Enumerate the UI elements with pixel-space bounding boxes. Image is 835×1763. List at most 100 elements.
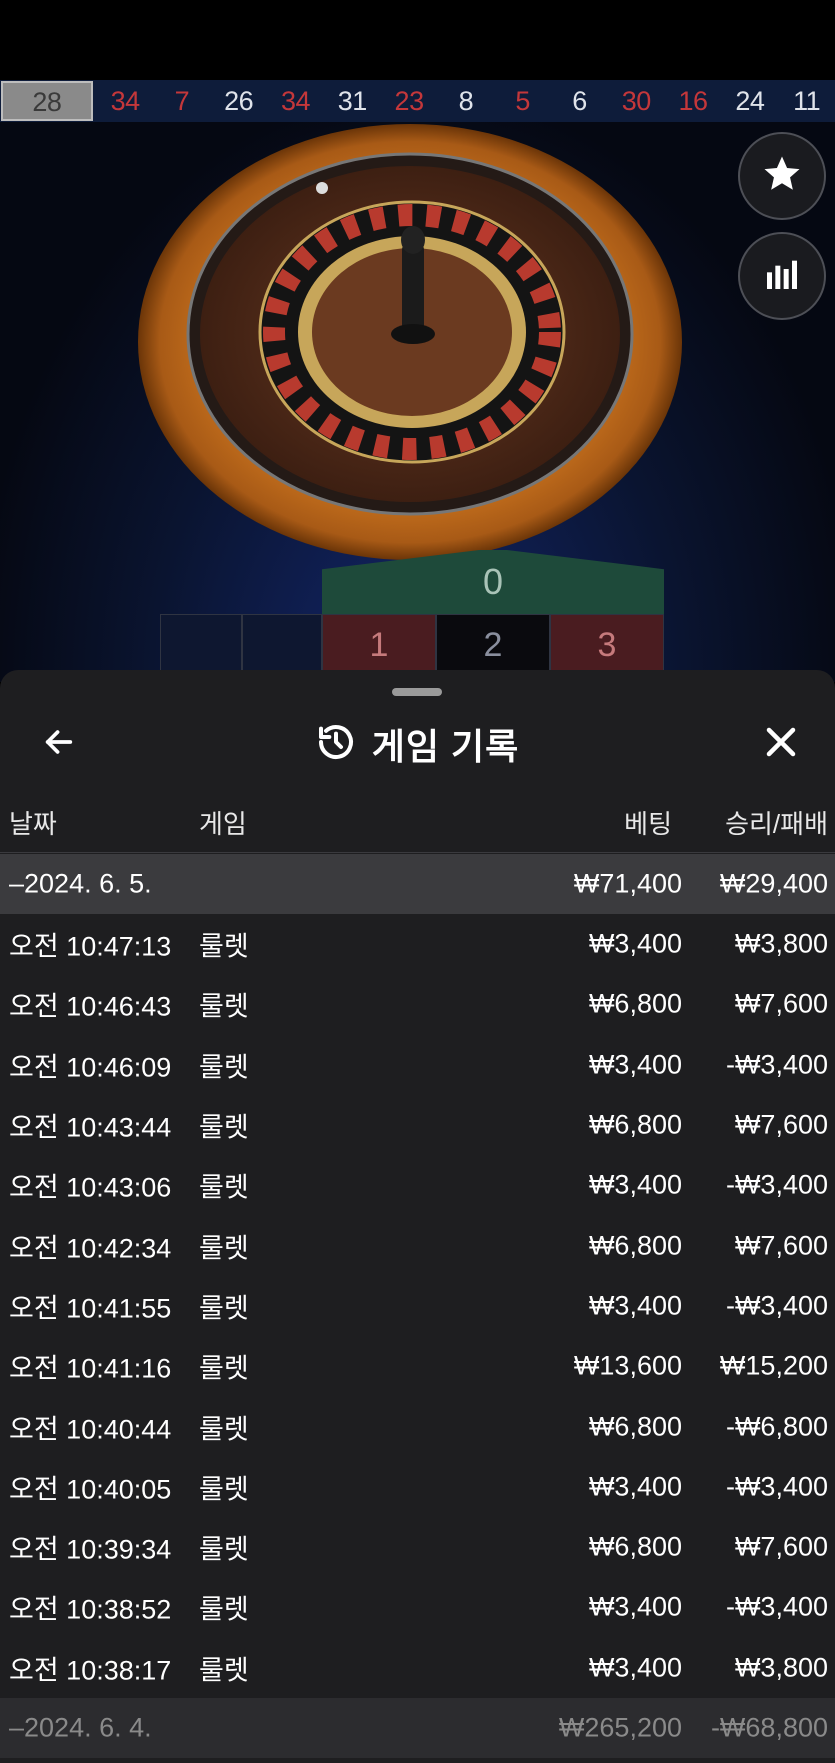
row-bet: ₩6,800 xyxy=(588,988,682,1019)
row-game: 룰렛 xyxy=(199,1655,249,1686)
row-time: 오전 10:41:55 xyxy=(9,1293,172,1324)
row-time: 오전 10:39:34 xyxy=(9,1534,172,1565)
row-time: 오전 10:38:52 xyxy=(9,1594,172,1625)
bet-cell-3[interactable]: 3 xyxy=(550,614,664,676)
row-game: 룰렛 xyxy=(199,931,249,962)
row-bet: ₩13,600 xyxy=(573,1350,682,1381)
back-button[interactable] xyxy=(30,718,88,770)
row-win-loss: -₩6,800 xyxy=(725,1411,828,1442)
row-game: 룰렛 xyxy=(199,1052,249,1083)
history-result: 30 xyxy=(621,85,652,116)
row-win-loss: ₩3,800 xyxy=(734,1652,828,1683)
row-bet: ₩3,400 xyxy=(588,1591,682,1622)
column-header-bet: 베팅 xyxy=(624,809,672,839)
table-row[interactable]: 오전 10:47:13 룰렛 ₩3,400 ₩3,800 xyxy=(0,914,835,974)
table-row[interactable]: 오전 10:41:55 룰렛 ₩3,400 -₩3,400 xyxy=(0,1276,835,1336)
group-bet-total: ₩71,400 xyxy=(573,868,682,899)
column-header-game: 게임 xyxy=(199,809,247,839)
table-row[interactable]: 오전 10:40:05 룰렛 ₩3,400 -₩3,400 xyxy=(0,1457,835,1517)
column-header-win-loss: 승리/패배 xyxy=(725,809,828,839)
row-game: 룰렛 xyxy=(199,1172,249,1203)
row-win-loss: ₩3,800 xyxy=(734,928,828,959)
row-win-loss: -₩3,400 xyxy=(725,1471,828,1502)
row-game: 룰렛 xyxy=(199,1474,249,1505)
row-win-loss: ₩15,200 xyxy=(719,1350,828,1381)
table-row[interactable]: 오전 10:43:06 룰렛 ₩3,400 -₩3,400 xyxy=(0,1155,835,1215)
row-game: 룰렛 xyxy=(199,1293,249,1324)
bet-cell-2[interactable]: 2 xyxy=(436,614,550,676)
row-win-loss: ₩7,600 xyxy=(734,1531,828,1562)
row-bet: ₩3,400 xyxy=(588,1049,682,1080)
group-date: –2024. 6. 5. xyxy=(9,868,152,899)
table-row[interactable]: 오전 10:43:44 룰렛 ₩6,800 ₩7,600 xyxy=(0,1095,835,1155)
table-row[interactable]: 오전 10:41:16 룰렛 ₩13,600 ₩15,200 xyxy=(0,1336,835,1396)
row-win-loss: -₩3,400 xyxy=(725,1591,828,1622)
row-bet: ₩6,800 xyxy=(588,1531,682,1562)
history-list: –2024. 6. 5. ₩71,400 ₩29,400 오전 10:47:13… xyxy=(0,854,835,1759)
row-bet: ₩3,400 xyxy=(588,1652,682,1683)
row-time: 오전 10:46:09 xyxy=(9,1052,172,1083)
table-row[interactable]: 오전 10:46:09 룰렛 ₩3,400 -₩3,400 xyxy=(0,1035,835,1095)
roulette-scene: 0 1 2 3 xyxy=(0,122,835,682)
history-result: 23 xyxy=(394,85,425,116)
game-history-sheet: 게임 기록 날짜 게임 베팅 승리/패배 –2024. 6. 5. ₩71,40… xyxy=(0,670,835,1763)
row-time: 오전 10:42:34 xyxy=(9,1233,172,1264)
history-result: 24 xyxy=(735,85,765,116)
history-result: 5 xyxy=(515,85,530,116)
bar-chart-icon xyxy=(762,254,802,299)
table-row[interactable]: 오전 10:39:34 룰렛 ₩6,800 ₩7,600 xyxy=(0,1517,835,1577)
row-bet: ₩3,400 xyxy=(588,928,682,959)
table-row[interactable]: 오전 10:46:43 룰렛 ₩6,800 ₩7,600 xyxy=(0,974,835,1034)
favorite-button[interactable] xyxy=(738,132,826,220)
row-win-loss: -₩3,400 xyxy=(725,1290,828,1321)
row-time: 오전 10:40:05 xyxy=(9,1474,172,1505)
history-icon xyxy=(316,722,356,767)
date-group-row[interactable]: –2024. 6. 4. ₩265,200 -₩68,800 xyxy=(0,1697,835,1759)
table-row[interactable]: 오전 10:42:34 룰렛 ₩6,800 ₩7,600 xyxy=(0,1215,835,1275)
row-win-loss: ₩7,600 xyxy=(734,1109,828,1140)
header-divider xyxy=(0,852,835,853)
close-button[interactable] xyxy=(753,716,809,772)
row-win-loss: -₩3,400 xyxy=(725,1169,828,1200)
row-game: 룰렛 xyxy=(199,1414,249,1445)
sheet-title: 게임 기록 xyxy=(371,726,520,767)
row-win-loss: -₩3,400 xyxy=(725,1049,828,1080)
group-date: –2024. 6. 4. xyxy=(9,1712,152,1743)
table-row[interactable]: 오전 10:38:17 룰렛 ₩3,400 ₩3,800 xyxy=(0,1638,835,1698)
group-win-loss-total: ₩29,400 xyxy=(719,868,828,899)
latest-result: 28 xyxy=(1,81,93,121)
star-icon xyxy=(761,153,803,200)
history-result: 6 xyxy=(572,85,587,116)
row-time: 오전 10:40:44 xyxy=(9,1414,172,1445)
group-win-loss-total: -₩68,800 xyxy=(710,1712,828,1743)
close-icon xyxy=(763,724,799,765)
row-time: 오전 10:41:16 xyxy=(9,1353,172,1384)
column-headers: 날짜 게임 베팅 승리/패배 xyxy=(0,790,835,846)
row-bet: ₩6,800 xyxy=(588,1411,682,1442)
row-game: 룰렛 xyxy=(199,1112,249,1143)
row-game: 룰렛 xyxy=(199,1594,249,1625)
history-result: 16 xyxy=(678,85,709,116)
roulette-wheel xyxy=(132,122,684,572)
split-bet-cell[interactable] xyxy=(242,614,322,676)
history-result: 34 xyxy=(280,85,311,116)
sheet-drag-handle[interactable] xyxy=(392,688,442,696)
arrow-left-icon xyxy=(40,725,78,764)
row-time: 오전 10:43:44 xyxy=(9,1112,172,1143)
row-game: 룰렛 xyxy=(199,1534,249,1565)
row-win-loss: ₩7,600 xyxy=(734,1230,828,1261)
column-header-date: 날짜 xyxy=(9,809,57,839)
table-row[interactable]: 오전 10:40:44 룰렛 ₩6,800 -₩6,800 xyxy=(0,1396,835,1456)
statistics-button[interactable] xyxy=(738,232,826,320)
row-bet: ₩3,400 xyxy=(588,1471,682,1502)
date-group-row[interactable]: –2024. 6. 5. ₩71,400 ₩29,400 xyxy=(0,854,835,914)
bet-cell-zero[interactable]: 0 xyxy=(322,550,664,614)
row-time: 오전 10:46:43 xyxy=(9,991,172,1022)
dozen-bet-cell[interactable] xyxy=(160,614,242,676)
sheet-title-group: 게임 기록 xyxy=(0,704,835,784)
history-result: 8 xyxy=(458,85,474,116)
row-bet: ₩6,800 xyxy=(588,1109,682,1140)
bet-cell-1[interactable]: 1 xyxy=(322,614,436,676)
table-row[interactable]: 오전 10:38:52 룰렛 ₩3,400 -₩3,400 xyxy=(0,1577,835,1637)
betting-table: 0 1 2 3 xyxy=(160,550,680,682)
